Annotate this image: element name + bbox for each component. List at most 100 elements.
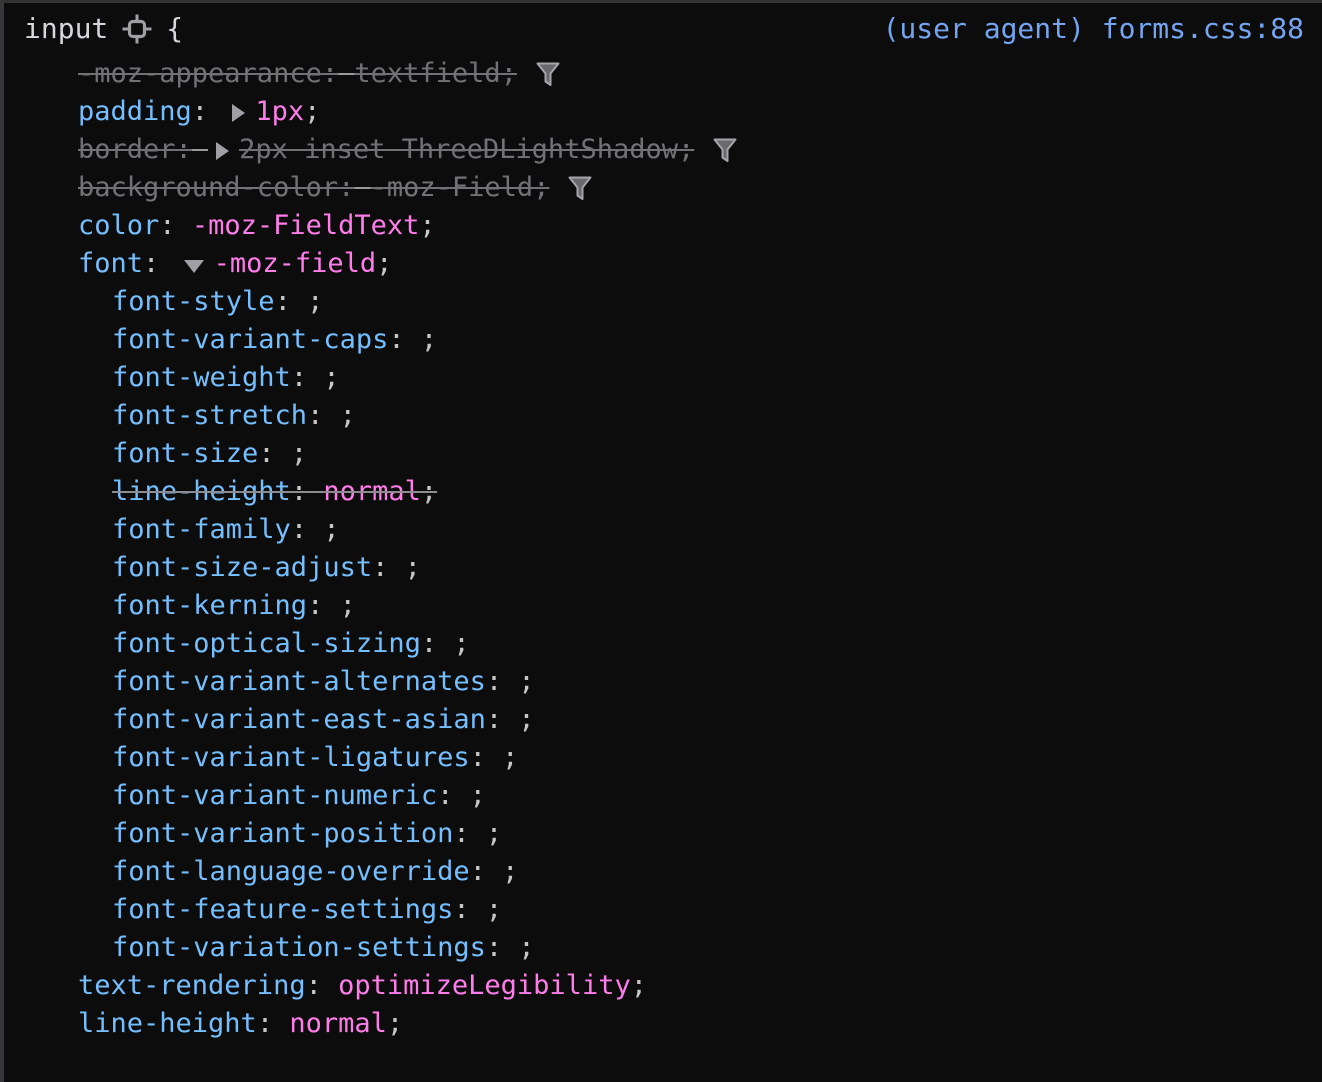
property-name[interactable]: font-size-adjust (112, 552, 372, 583)
declaration-font-family[interactable]: font-family: ; (4, 511, 1322, 549)
property-colon: : (307, 400, 323, 431)
declaration-font-optical-sizing[interactable]: font-optical-sizing: ; (4, 625, 1322, 663)
property-name[interactable]: font-kerning (112, 590, 307, 621)
property-name[interactable]: font-size (112, 438, 258, 469)
property-semicolon: ; (453, 628, 469, 659)
declaration-background-color[interactable]: background-color: -moz-Field; (4, 169, 1322, 207)
declaration-text: font-variant-alternates: ; (112, 663, 535, 701)
declaration-line-height[interactable]: line-height: normal; (4, 473, 1322, 511)
filter-funnel-icon[interactable] (535, 60, 561, 88)
property-value[interactable]: 1px (255, 96, 304, 127)
declaration-list: -moz-appearance: textfield;padding: 1px;… (4, 55, 1322, 1043)
property-semicolon: ; (533, 172, 549, 203)
property-value[interactable]: normal (289, 1008, 387, 1039)
property-name[interactable]: font-language-override (112, 856, 470, 887)
property-semicolon: ; (323, 362, 339, 393)
property-value[interactable]: 2px inset ThreeDLightShadow (239, 134, 678, 165)
declaration-font-size[interactable]: font-size: ; (4, 435, 1322, 473)
filter-funnel-icon[interactable] (567, 174, 593, 202)
declaration-text: -moz-appearance: textfield; (78, 55, 517, 93)
property-name[interactable]: font-weight (112, 362, 291, 393)
declaration-text: font-variant-numeric: ; (112, 777, 486, 815)
property-value[interactable]: textfield (354, 58, 500, 89)
declaration-font-stretch[interactable]: font-stretch: ; (4, 397, 1322, 435)
property-value[interactable]: -moz-FieldText (192, 210, 420, 241)
property-name[interactable]: line-height (78, 1008, 257, 1039)
declaration-text: font-variation-settings: ; (112, 929, 535, 967)
property-value[interactable]: -moz-field (214, 248, 377, 279)
property-name[interactable]: font-variant-numeric (112, 780, 437, 811)
declaration-padding[interactable]: padding: 1px; (4, 93, 1322, 131)
property-name[interactable]: padding (78, 96, 192, 127)
declaration-font-style[interactable]: font-style: ; (4, 283, 1322, 321)
property-semicolon: ; (486, 894, 502, 925)
declaration-text: font-variant-east-asian: ; (112, 701, 535, 739)
property-name[interactable]: font-stretch (112, 400, 307, 431)
property-name[interactable]: text-rendering (78, 970, 306, 1001)
property-colon: : (291, 362, 307, 393)
expander-triangle-right-icon[interactable] (232, 104, 245, 122)
declaration-text: line-height: normal; (112, 473, 437, 511)
property-colon: : (322, 58, 338, 89)
declaration-text: font-family: ; (112, 511, 340, 549)
declaration-font-variant-position[interactable]: font-variant-position: ; (4, 815, 1322, 853)
declaration-text: font-variant-ligatures: ; (112, 739, 518, 777)
declaration-text-rendering[interactable]: text-rendering: optimizeLegibility; (4, 967, 1322, 1005)
property-colon: : (338, 172, 354, 203)
property-semicolon: ; (323, 514, 339, 545)
declaration-font-variation-settings[interactable]: font-variation-settings: ; (4, 929, 1322, 967)
property-name[interactable]: line-height (112, 476, 291, 507)
css-rules-panel: input { (user agent) forms.css:88 -moz-a… (0, 0, 1322, 1082)
rule-source-link[interactable]: (user agent) forms.css:88 (883, 10, 1304, 48)
declaration-moz-appearance[interactable]: -moz-appearance: textfield; (4, 55, 1322, 93)
property-semicolon: ; (421, 476, 437, 507)
property-name[interactable]: font-variant-position (112, 818, 453, 849)
property-name[interactable]: font (78, 248, 143, 279)
property-name[interactable]: background-color (78, 172, 338, 203)
property-name[interactable]: font-variant-alternates (112, 666, 486, 697)
rule-header: input { (user agent) forms.css:88 (4, 3, 1322, 55)
property-semicolon: ; (518, 666, 534, 697)
expander-triangle-down-icon[interactable] (184, 260, 204, 273)
declaration-text: font: -moz-field; (78, 245, 392, 283)
property-name[interactable]: font-variation-settings (112, 932, 486, 963)
property-value[interactable]: optimizeLegibility (338, 970, 631, 1001)
declaration-text: background-color: -moz-Field; (78, 169, 549, 207)
declaration-font-feature-settings[interactable]: font-feature-settings: ; (4, 891, 1322, 929)
property-name[interactable]: border (78, 134, 176, 165)
declaration-font[interactable]: font: -moz-field; (4, 245, 1322, 283)
property-colon: : (437, 780, 453, 811)
property-colon: : (372, 552, 388, 583)
declaration-font-language-override[interactable]: font-language-override: ; (4, 853, 1322, 891)
property-value[interactable]: normal (323, 476, 421, 507)
property-colon: : (291, 476, 307, 507)
declaration-font-kerning[interactable]: font-kerning: ; (4, 587, 1322, 625)
property-name[interactable]: font-family (112, 514, 291, 545)
filter-funnel-icon[interactable] (712, 136, 738, 164)
declaration-color[interactable]: color: -moz-FieldText; (4, 207, 1322, 245)
expander-triangle-right-icon[interactable] (216, 142, 229, 160)
property-name[interactable]: -moz-appearance (78, 58, 322, 89)
declaration-line-height[interactable]: line-height: normal; (4, 1005, 1322, 1043)
declaration-font-size-adjust[interactable]: font-size-adjust: ; (4, 549, 1322, 587)
declaration-font-weight[interactable]: font-weight: ; (4, 359, 1322, 397)
declaration-font-variant-alternates[interactable]: font-variant-alternates: ; (4, 663, 1322, 701)
declaration-text: font-style: ; (112, 283, 323, 321)
rule-selector[interactable]: input (24, 10, 108, 48)
property-name[interactable]: font-style (112, 286, 275, 317)
property-name[interactable]: font-variant-ligatures (112, 742, 470, 773)
property-name[interactable]: font-feature-settings (112, 894, 453, 925)
property-semicolon: ; (421, 324, 437, 355)
property-name[interactable]: font-variant-caps (112, 324, 388, 355)
declaration-border[interactable]: border: 2px inset ThreeDLightShadow; (4, 131, 1322, 169)
element-highlighter-icon[interactable] (122, 14, 152, 44)
declaration-text: font-size-adjust: ; (112, 549, 421, 587)
declaration-font-variant-east-asian[interactable]: font-variant-east-asian: ; (4, 701, 1322, 739)
declaration-font-variant-numeric[interactable]: font-variant-numeric: ; (4, 777, 1322, 815)
property-name[interactable]: font-optical-sizing (112, 628, 421, 659)
declaration-font-variant-ligatures[interactable]: font-variant-ligatures: ; (4, 739, 1322, 777)
property-name[interactable]: color (78, 210, 159, 241)
property-value[interactable]: -moz-Field (371, 172, 534, 203)
property-name[interactable]: font-variant-east-asian (112, 704, 486, 735)
declaration-font-variant-caps[interactable]: font-variant-caps: ; (4, 321, 1322, 359)
